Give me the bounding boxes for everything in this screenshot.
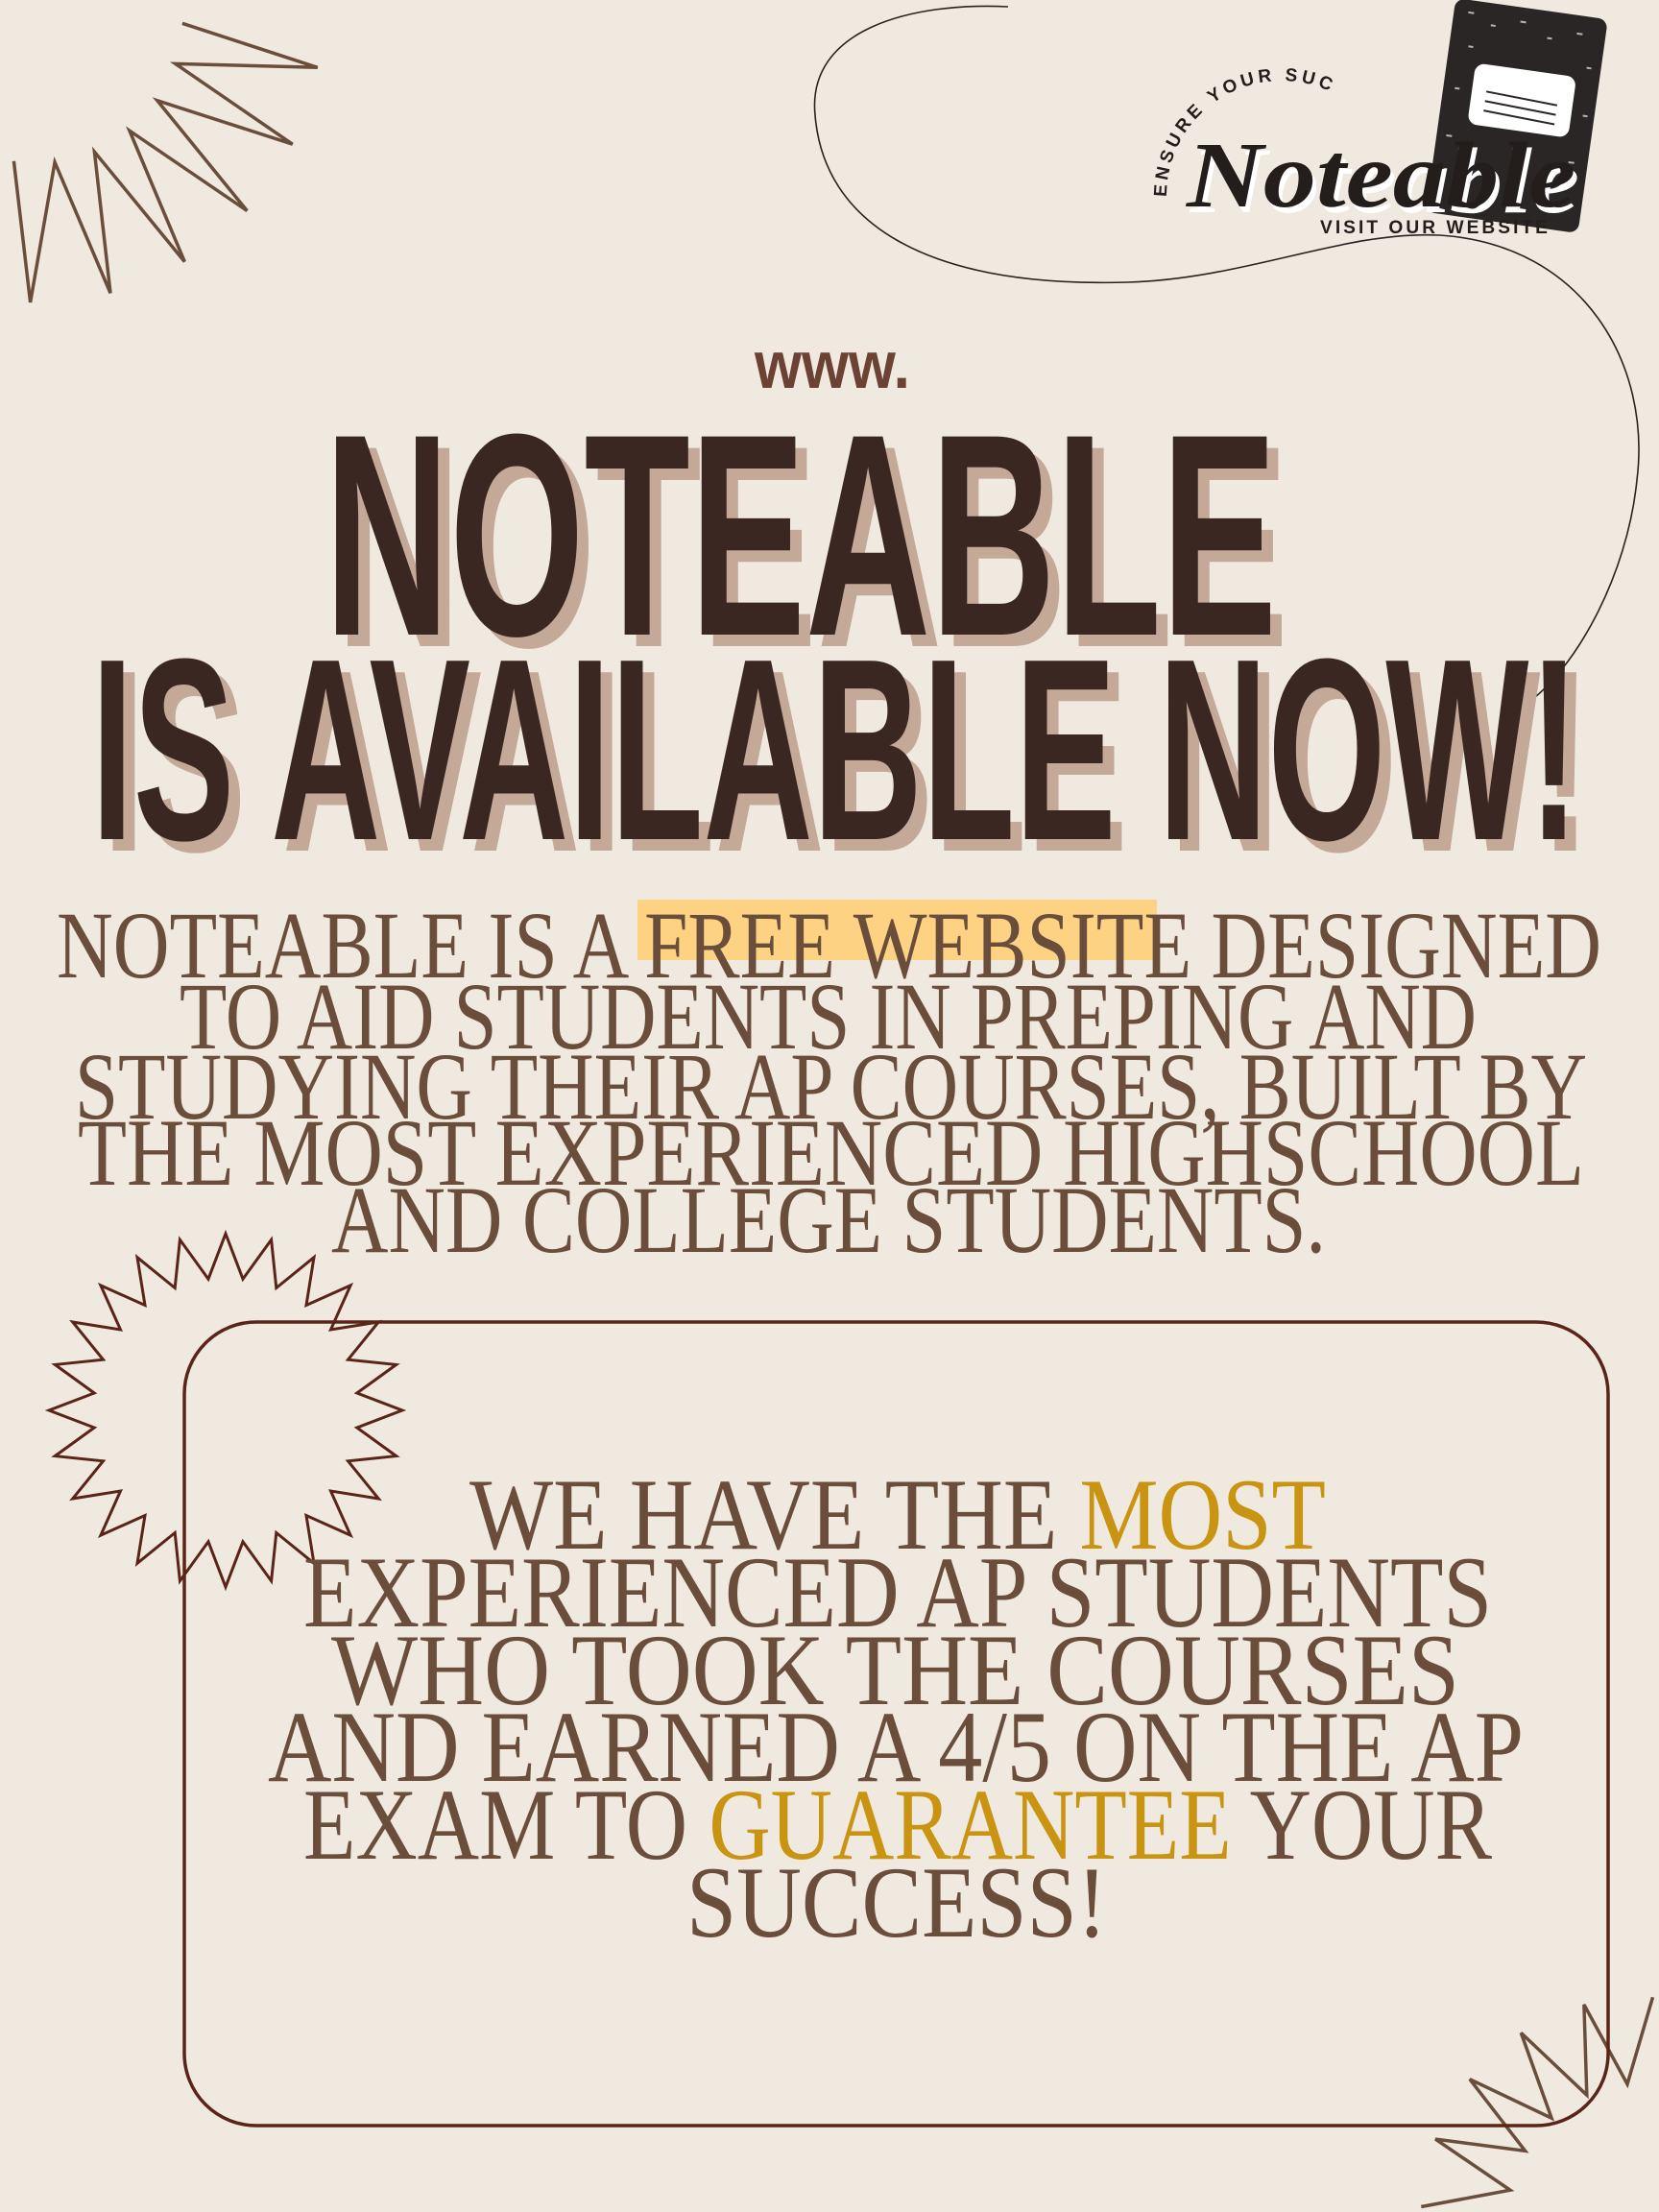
poster: ENSURE YOUR SUCCESS Noteable Noteable VI… xyxy=(0,0,1659,2212)
logo-wordmark: Noteable xyxy=(1186,124,1575,228)
callout-line: SUCCESS! xyxy=(686,1846,1107,1959)
logo-subtext: VISIT OUR WEBSITE xyxy=(1320,218,1551,238)
intro-line: AND COLLEGE STUDENTS. xyxy=(331,1166,1326,1273)
headline-line2: IS AVAILABLE NOW! xyxy=(91,606,1579,895)
